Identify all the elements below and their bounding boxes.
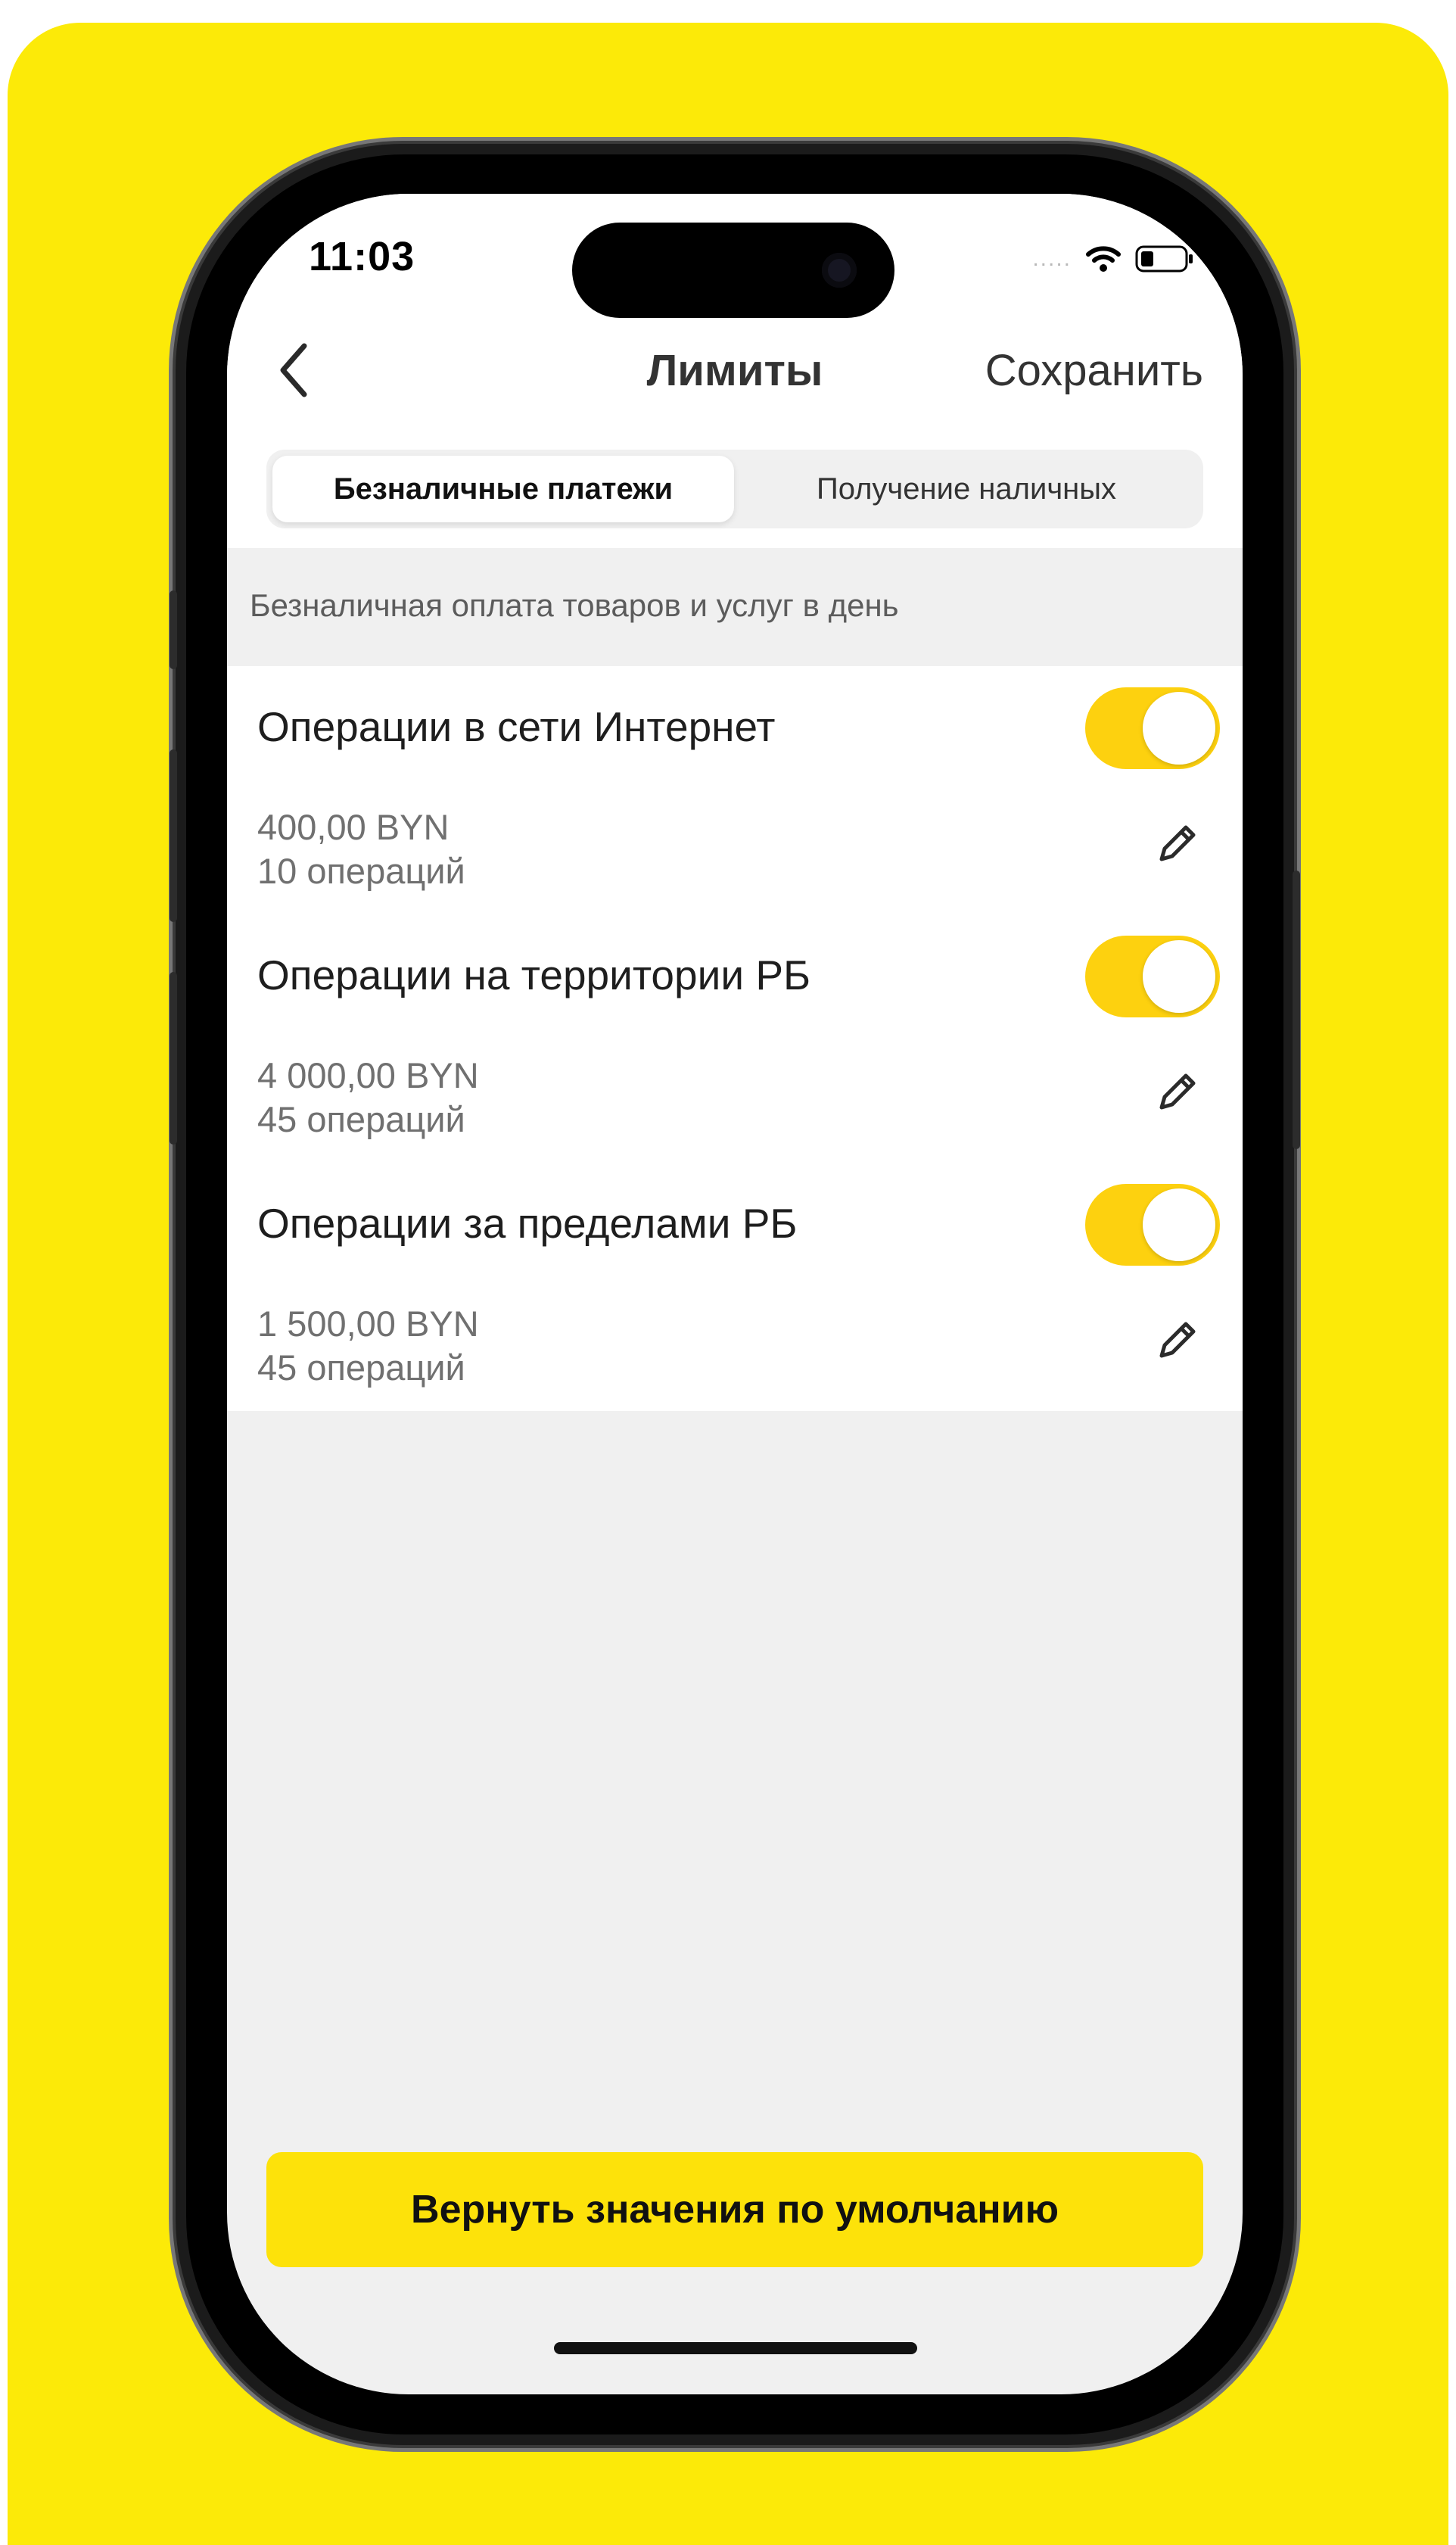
volume-up-button: [170, 749, 177, 922]
limit-item-abroad: Операции за пределами РБ 1 500,00 BYN 45…: [227, 1163, 1243, 1411]
toggle-knob: [1143, 940, 1215, 1013]
battery-icon: [1135, 244, 1194, 274]
edit-limit-button[interactable]: [1147, 1311, 1208, 1372]
limit-item-internet: Операции в сети Интернет 400,00 BYN 10 о…: [227, 666, 1243, 914]
save-button[interactable]: Сохранить: [985, 345, 1203, 396]
home-indicator: [554, 2342, 917, 2354]
tab-cashless-payments[interactable]: Безналичные платежи: [272, 456, 734, 522]
limit-amount: 4 000,00 BYN: [257, 1055, 479, 1095]
pencil-icon: [1154, 1316, 1201, 1367]
power-button: [1293, 871, 1300, 1149]
status-time: 11:03: [309, 234, 415, 279]
edit-limit-button[interactable]: [1147, 1063, 1208, 1123]
camera-icon: [822, 253, 857, 288]
toggle-knob: [1143, 1188, 1215, 1261]
reset-defaults-button[interactable]: Вернуть значения по умолчанию: [266, 2152, 1203, 2267]
limit-count: 45 операций: [257, 1099, 465, 1139]
limits-list: Операции в сети Интернет 400,00 BYN 10 о…: [227, 666, 1243, 1411]
limit-title: Операции в сети Интернет: [257, 703, 776, 750]
limit-toggle[interactable]: [1085, 1184, 1220, 1266]
limit-count: 45 операций: [257, 1347, 465, 1388]
limit-amount: 400,00 BYN: [257, 807, 450, 847]
edit-limit-button[interactable]: [1147, 815, 1208, 875]
toggle-knob: [1143, 692, 1215, 765]
limit-toggle[interactable]: [1085, 936, 1220, 1017]
status-icons: .....: [1032, 236, 1194, 282]
phone-screen: 11:03 ..... Лимиты Сохранить Безналичные…: [227, 194, 1243, 2394]
limit-amount: 1 500,00 BYN: [257, 1304, 479, 1344]
tab-cash-withdrawal[interactable]: Получение наличных: [736, 456, 1197, 522]
silent-switch: [170, 590, 177, 669]
volume-down-button: [170, 972, 177, 1145]
limit-title: Операции на территории РБ: [257, 952, 811, 998]
segmented-control: Безналичные платежи Получение наличных: [266, 450, 1203, 528]
signal-icon: .....: [1032, 246, 1072, 271]
section-header-text: Безналичная оплата товаров и услуг в ден…: [250, 587, 899, 623]
limit-title: Операции за пределами РБ: [257, 1200, 798, 1247]
wifi-icon: [1085, 244, 1122, 274]
section-header: Безналичная оплата товаров и услуг в ден…: [227, 548, 1243, 666]
pencil-icon: [1154, 820, 1201, 871]
pencil-icon: [1154, 1068, 1201, 1119]
limit-toggle[interactable]: [1085, 687, 1220, 769]
limit-count: 10 операций: [257, 851, 465, 891]
dynamic-island: [572, 223, 894, 318]
limit-item-belarus: Операции на территории РБ 4 000,00 BYN 4…: [227, 914, 1243, 1163]
